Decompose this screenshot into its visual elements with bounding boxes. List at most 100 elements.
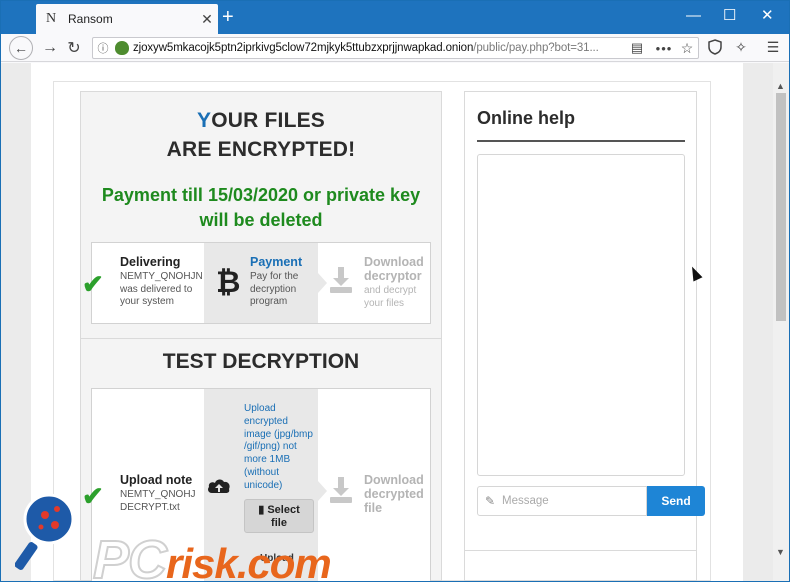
- forward-button[interactable]: →: [39, 37, 61, 59]
- instr-line: more 1MB: [244, 454, 291, 466]
- instr-line: (without: [244, 466, 280, 478]
- select-label: Select: [267, 504, 300, 516]
- step-payment: ₿ Payment Pay for the decryption program: [204, 243, 318, 323]
- minimize-icon[interactable]: —: [686, 8, 701, 24]
- message-field[interactable]: ✎: [477, 486, 647, 516]
- bitcoin-icon: ₿: [216, 265, 241, 300]
- online-help-panel: Online help ✎ Send: [464, 91, 705, 581]
- select-label: file: [271, 517, 287, 529]
- check-icon: ✔: [82, 269, 104, 299]
- instr-line: Upload: [244, 403, 276, 414]
- headline: YOUR FILES ARE ENCRYPTED!: [81, 106, 441, 164]
- instr-line: unicode): [244, 479, 283, 491]
- step-desc-line: Pay for the: [250, 271, 299, 282]
- hamburger-menu-icon[interactable]: ☰: [763, 39, 783, 57]
- test-decryption-title: TEST DECRYPTION: [162, 350, 360, 373]
- step-title-line: decryptor: [364, 269, 422, 283]
- select-file-button[interactable]: ▮ Select file: [244, 499, 314, 533]
- ransom-panel: YOUR FILES ARE ENCRYPTED! Payment till 1…: [80, 91, 442, 581]
- scrollbar-thumb[interactable]: [776, 93, 786, 321]
- step-desc-line: NEMTY_QNOHJN: [120, 271, 203, 282]
- browser-window: N Ransom ✕ + — ☐ ✕ ← → ↻ ⓘ zjoxyw5mkacoj…: [0, 0, 790, 582]
- title-line: decrypted: [364, 487, 424, 501]
- cloud-upload-icon: [206, 475, 232, 499]
- back-button[interactable]: ←: [9, 36, 33, 60]
- payment-deadline: Payment till 15/03/2020 or private key w…: [81, 183, 441, 233]
- instr-line: encrypted: [244, 415, 288, 427]
- step-title: Payment: [250, 255, 303, 269]
- tab-favicon-icon: N: [46, 11, 57, 26]
- deadline-line1: Payment till 15/03/2020 or private key: [101, 185, 421, 205]
- reload-button[interactable]: ↻: [63, 37, 85, 59]
- onion-icon: [115, 41, 129, 55]
- download-icon: [328, 265, 354, 295]
- desc-line: NEMTY_QNOHJ: [120, 489, 196, 500]
- check-icon: ✔: [82, 481, 104, 511]
- upload-note-title: Upload note: [120, 473, 193, 487]
- upload-image-step: Upload encrypted image (jpg/bmp /gif/png…: [204, 389, 318, 581]
- upload-button[interactable]: Upload: [260, 553, 294, 564]
- step-description: Pay for the decryption program: [250, 271, 298, 309]
- upload-image-instructions: Upload encrypted image (jpg/bmp /gif/png…: [244, 403, 320, 493]
- step-download: Download decryptor and decrypt your file…: [318, 243, 430, 323]
- online-help-title: Online help: [477, 108, 576, 128]
- upload-note-desc: NEMTY_QNOHJ DECRYPT.txt: [120, 489, 196, 514]
- instr-line: /gif/png) not: [244, 441, 297, 453]
- deadline-line2: will be deleted: [199, 210, 323, 230]
- title-line: file: [364, 501, 383, 515]
- url-host: zjoxyw5mkacojk5ptn2iprkivg5clow72mjkyk5t…: [133, 42, 474, 54]
- step-description: NEMTY_QNOHJN was delivered to your syste…: [120, 271, 203, 309]
- desc-line: DECRYPT.txt: [120, 501, 180, 513]
- step-arrow: [318, 481, 327, 501]
- page-viewport: YOUR FILES ARE ENCRYPTED! Payment till 1…: [1, 63, 773, 581]
- window-close-icon[interactable]: ✕: [761, 8, 774, 24]
- step-desc-line: was delivered to: [120, 283, 193, 295]
- url-text[interactable]: zjoxyw5mkacojk5ptn2iprkivg5clow72mjkyk5t…: [133, 42, 622, 54]
- step-title: Delivering: [120, 255, 181, 269]
- url-path: /public/pay.php?bot=31...: [473, 42, 599, 54]
- new-tab-icon[interactable]: +: [222, 7, 234, 27]
- step-desc-line: your files: [364, 297, 405, 309]
- step-desc-line: decryption: [250, 283, 297, 295]
- headline-line2: ARE ENCRYPTED!: [166, 138, 356, 161]
- maximize-icon[interactable]: ☐: [723, 8, 736, 24]
- title-line: Download: [364, 473, 424, 487]
- bookmark-star-icon[interactable]: ☆: [676, 40, 698, 57]
- info-icon[interactable]: ⓘ: [93, 40, 113, 56]
- pencil-icon: ✎: [484, 494, 496, 508]
- tab-close-icon[interactable]: ✕: [196, 11, 218, 28]
- step-desc-line: your system: [120, 296, 174, 307]
- vertical-scrollbar[interactable]: ▲ ▼: [773, 63, 789, 581]
- chat-messages-area[interactable]: [477, 154, 685, 476]
- step-desc-line: program: [250, 296, 288, 307]
- section-divider: [81, 338, 441, 339]
- tracking-protection-icon[interactable]: ✧: [731, 39, 751, 57]
- download-decrypted-title: Download decrypted file: [364, 473, 424, 515]
- step-description: and decrypt your files: [364, 285, 416, 310]
- send-button[interactable]: Send: [647, 486, 705, 516]
- message-input[interactable]: [502, 495, 642, 507]
- page-actions-icon[interactable]: •••: [652, 41, 676, 56]
- headline-line1: OUR FILES: [211, 109, 326, 132]
- tab-ransom[interactable]: N Ransom ✕: [36, 4, 218, 34]
- step-desc-line: and decrypt: [364, 285, 417, 296]
- navigation-toolbar: ← → ↻ ⓘ zjoxyw5mkacojk5ptn2iprkivg5clow7…: [1, 34, 789, 62]
- step-delivering: ✔ Delivering NEMTY_QNOHJN was delivered …: [82, 243, 213, 323]
- progress-steps: ✔ Delivering NEMTY_QNOHJN was delivered …: [82, 242, 431, 324]
- step-title: Download decryptor: [364, 255, 424, 283]
- tab-strip: N Ransom ✕ + — ☐ ✕: [1, 1, 789, 34]
- step-title-line: Download: [364, 255, 424, 269]
- shield-icon[interactable]: [705, 39, 725, 57]
- panel-divider: [465, 550, 696, 551]
- download-icon: [328, 475, 354, 505]
- tab-title: Ransom: [68, 12, 113, 26]
- headline-first-letter: Y: [196, 109, 212, 132]
- reader-view-icon[interactable]: ▤: [622, 40, 652, 56]
- file-icon: ▮: [258, 504, 265, 516]
- url-bar[interactable]: ⓘ zjoxyw5mkacojk5ptn2iprkivg5clow72mjkyk…: [92, 37, 699, 59]
- test-decryption-steps: ✔ Upload note NEMTY_QNOHJ DECRYPT.txt Up…: [82, 388, 431, 581]
- help-title-underline: [477, 140, 685, 142]
- scroll-up-icon[interactable]: ▲: [776, 81, 785, 91]
- scroll-down-icon[interactable]: ▼: [776, 547, 785, 557]
- instr-line: image (jpg/bmp: [244, 428, 313, 440]
